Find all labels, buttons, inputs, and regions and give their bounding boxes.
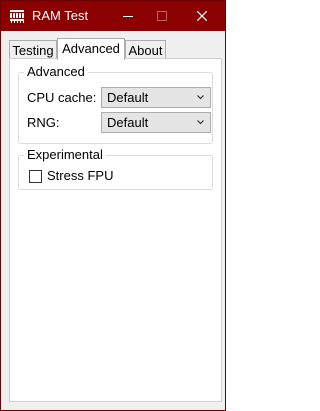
rng-value: Default (107, 115, 149, 130)
rng-label: RNG: (27, 115, 60, 130)
maximize-icon (157, 11, 167, 21)
minimize-icon (123, 16, 133, 17)
tab-about[interactable]: About (125, 40, 166, 59)
cpu-cache-label: CPU cache: (27, 90, 97, 105)
minimize-button[interactable] (111, 1, 145, 31)
advanced-group: Advanced CPU cache: Default RNG: Default (18, 64, 213, 144)
stress-fpu-label[interactable]: Stress FPU (47, 168, 113, 183)
advanced-group-legend: Advanced (24, 64, 88, 79)
cpu-cache-select[interactable]: Default (101, 87, 211, 108)
experimental-group: Experimental Stress FPU (18, 147, 213, 190)
advanced-tab-panel: Advanced CPU cache: Default RNG: Default… (9, 58, 222, 402)
chevron-down-icon (197, 120, 204, 125)
maximize-button[interactable] (145, 1, 179, 31)
title-bar[interactable]: RAM Test (1, 1, 225, 31)
app-window: RAM Test Testing Advanced About Advanced… (0, 0, 226, 411)
window-title: RAM Test (32, 8, 89, 23)
cpu-cache-value: Default (107, 90, 149, 105)
experimental-group-legend: Experimental (24, 147, 106, 162)
chevron-down-icon (197, 95, 204, 100)
close-icon (197, 11, 207, 21)
tab-advanced[interactable]: Advanced (57, 38, 125, 60)
stress-fpu-checkbox[interactable] (29, 170, 42, 183)
close-button[interactable] (179, 1, 225, 31)
rng-select[interactable]: Default (101, 112, 211, 133)
tab-strip: Testing Advanced About (1, 31, 225, 60)
tab-testing[interactable]: Testing (9, 40, 57, 59)
ram-test-app-icon (9, 8, 25, 24)
